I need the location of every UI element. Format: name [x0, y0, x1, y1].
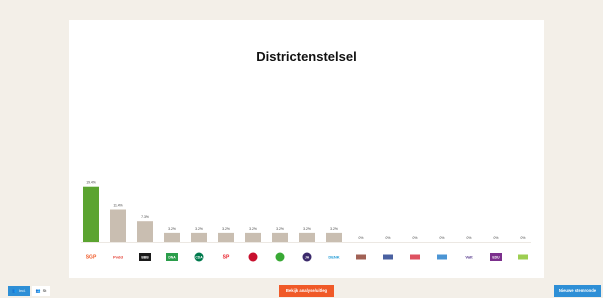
svg-text:Pvdd: Pvdd: [113, 255, 123, 260]
svg-text:CDA: CDA: [195, 256, 203, 260]
party-logo-gl: [275, 252, 285, 262]
explanation-button[interactable]: Bekijk analyse/uitleg: [279, 285, 334, 297]
seats-toggle-button[interactable]: 👥 Ind.: [8, 286, 30, 296]
bar-value-label: 0%: [359, 236, 364, 240]
svg-text:SP: SP: [223, 255, 230, 261]
svg-text:JA: JA: [305, 256, 310, 260]
bar-chart: 19.4% 11.4% 7.3% 3.2% 3.2% 3.2% 3.2% 3.2% 3.2% 3.…: [81, 181, 531, 262]
bar-cda: [191, 232, 207, 242]
bar-denk: [326, 232, 342, 242]
bar-value-label: 7.3%: [141, 215, 149, 219]
bar-bbb: [137, 221, 153, 242]
bar-value-label: 0%: [467, 236, 472, 240]
party-logo-cda: CDA: [194, 252, 204, 262]
party-logo-50plus: [410, 254, 420, 260]
bar-dna: [164, 232, 180, 242]
bar-value-label: 3.2%: [303, 227, 311, 231]
bar-value-label: 3.2%: [195, 227, 203, 231]
bar-pvda: [245, 232, 261, 242]
bar-value-label: 3.2%: [330, 227, 338, 231]
bar-sgp: [83, 186, 99, 242]
people-plus-icon: 👥: [12, 288, 17, 293]
bar-value-label: 3.2%: [222, 227, 230, 231]
bar-value-label: 3.2%: [168, 227, 176, 231]
view-toggle-group: 👥 Ind. 👥 St: [8, 286, 51, 296]
bar-pvdd: [110, 209, 126, 242]
bar-value-label: 3.2%: [276, 227, 284, 231]
svg-text:Volt: Volt: [465, 255, 473, 260]
people-icon: 👥: [35, 288, 41, 293]
svg-text:DENK: DENK: [328, 255, 339, 260]
chart-card: Districtenstelsel 19.4% 11.4% 7.3% 3.2% 3.2%…: [69, 20, 544, 278]
bar-value-label: 0%: [494, 236, 499, 240]
party-logo-fvd: [356, 254, 366, 260]
party-logo-sp: SP: [223, 255, 230, 261]
bar-gl: [272, 232, 288, 242]
party-logo-bij1: [518, 254, 528, 260]
seats-toggle-label: Ind.: [18, 288, 26, 293]
svg-text:BBB: BBB: [141, 256, 149, 260]
party-logo-pvdd: Pvdd: [113, 255, 123, 260]
party-logo-denk: DENK: [328, 255, 339, 260]
party-logo-pvda: [248, 252, 258, 262]
bar-sp: [218, 232, 234, 242]
svg-text:SGP: SGP: [86, 255, 97, 261]
votes-toggle-button[interactable]: 👥 St: [31, 286, 51, 296]
bar-value-label: 0%: [440, 236, 445, 240]
bar-value-label: 0%: [521, 236, 526, 240]
bar-value-label: 3.2%: [249, 227, 257, 231]
svg-text:DNA: DNA: [168, 256, 176, 260]
party-logo-bbb: BBB: [139, 253, 151, 261]
bar-value-label: 0%: [413, 236, 418, 240]
party-logo-volt: Volt: [465, 255, 473, 260]
bar-value-label: 0%: [386, 236, 391, 240]
votes-toggle-label: St: [42, 288, 47, 293]
bar-value-label: 11.4%: [113, 204, 122, 208]
party-logo-pvv: [383, 254, 393, 260]
party-logo-edu: EDU: [490, 253, 502, 261]
new-round-button[interactable]: Nieuwe stemronde: [554, 285, 601, 297]
bar-ja21: [299, 232, 315, 242]
party-logo-vvd: [437, 254, 447, 260]
party-logo-ja21: JA: [302, 252, 312, 262]
party-logo-sgp: SGP: [86, 255, 97, 261]
party-logo-dna: DNA: [166, 253, 178, 261]
bar-value-label: 19.4%: [86, 181, 96, 185]
svg-text:EDU: EDU: [492, 256, 500, 260]
